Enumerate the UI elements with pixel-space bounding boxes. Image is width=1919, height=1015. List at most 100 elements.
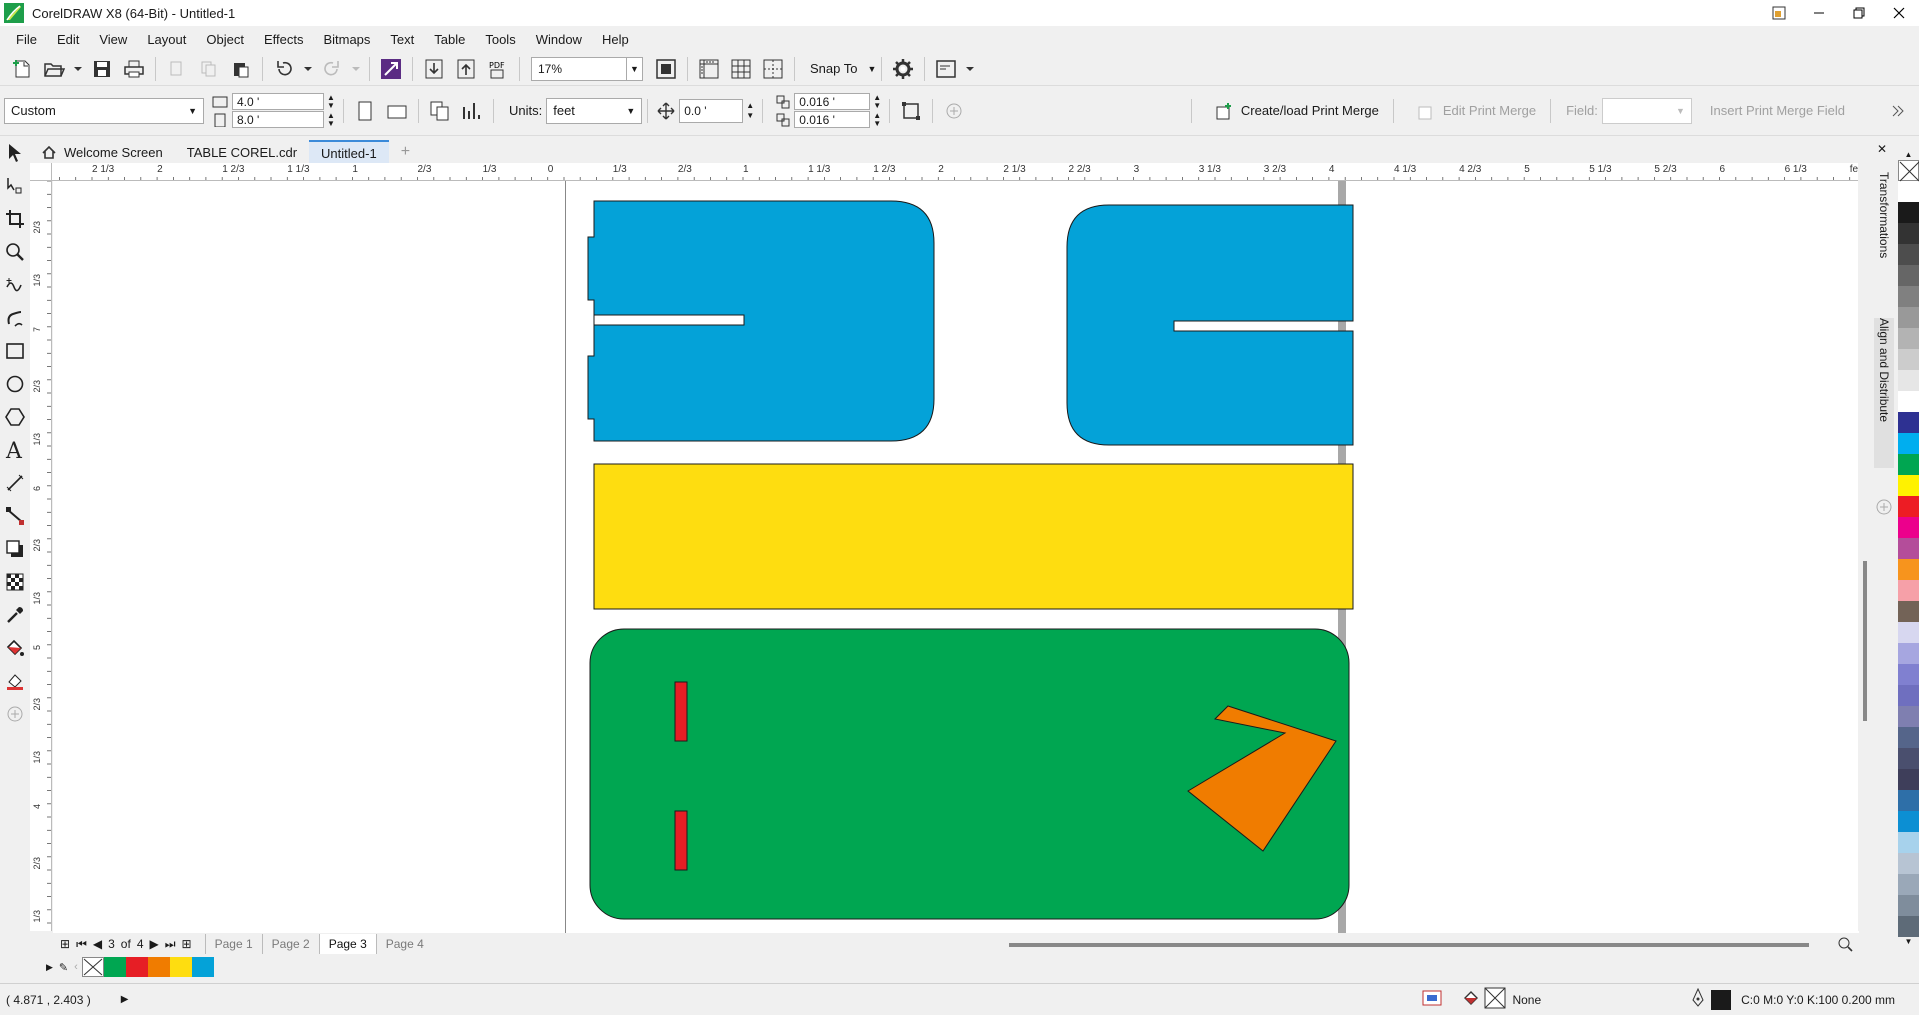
palette-swatch[interactable] — [1898, 643, 1919, 664]
menu-tools[interactable]: Tools — [475, 32, 525, 47]
palette-swatch[interactable] — [1898, 223, 1919, 244]
palette-swatch[interactable] — [1898, 559, 1919, 580]
crop-tool-icon[interactable] — [0, 202, 30, 235]
page-tab-2[interactable]: Page 2 — [261, 934, 319, 954]
palette-swatch[interactable] — [1898, 832, 1919, 853]
vertical-scroll-thumb[interactable] — [1863, 561, 1867, 721]
palette-swatch[interactable] — [1898, 601, 1919, 622]
all-pages-icon[interactable] — [427, 98, 453, 124]
doc-palette-swatch[interactable] — [147, 957, 170, 977]
connector-tool-icon[interactable] — [0, 499, 30, 532]
redo-dropdown-icon[interactable] — [351, 56, 361, 82]
doc-palette-left-icon[interactable]: ‹ — [74, 961, 78, 973]
palette-swatch[interactable] — [1898, 202, 1919, 223]
red-slot-bottom[interactable] — [674, 810, 688, 871]
full-screen-icon[interactable] — [653, 56, 679, 82]
zoom-level-input[interactable]: 17% — [531, 56, 627, 81]
interactive-fill-tool-icon[interactable] — [0, 631, 30, 664]
new-tab-plus-icon[interactable]: + — [388, 140, 423, 164]
palette-swatch[interactable] — [1898, 895, 1919, 916]
nudge-distance-input[interactable]: 0.0 ' — [679, 98, 744, 123]
menu-text[interactable]: Text — [380, 32, 424, 47]
import-icon[interactable] — [421, 56, 447, 82]
save-icon[interactable] — [89, 56, 115, 82]
next-page-icon[interactable]: ▶ — [150, 937, 159, 951]
copy-icon[interactable] — [196, 56, 222, 82]
parallel-dimension-tool-icon[interactable] — [0, 466, 30, 499]
polygon-tool-icon[interactable] — [0, 400, 30, 433]
menu-object[interactable]: Object — [196, 32, 254, 47]
eyedropper-tool-icon[interactable] — [0, 598, 30, 631]
doc-palette-eyedropper-icon[interactable]: ✎ — [59, 961, 68, 974]
shape-tool-icon[interactable] — [0, 169, 30, 202]
insert-field-button[interactable]: Insert Print Merge Field — [1710, 103, 1845, 118]
create-print-merge-button[interactable]: Create/load Print Merge — [1215, 102, 1379, 120]
units-select[interactable]: feet ▼ — [546, 97, 643, 124]
palette-swatch[interactable] — [1898, 370, 1919, 391]
palette-swatch[interactable] — [1898, 622, 1919, 643]
publish-pdf-icon[interactable]: PDF — [485, 56, 511, 82]
menu-view[interactable]: View — [89, 32, 137, 47]
duplicate-y-input[interactable]: 0.016 ' — [794, 111, 871, 128]
rectangle-tool-icon[interactable] — [0, 334, 30, 367]
pick-tool-icon[interactable] — [0, 136, 30, 169]
palette-swatch[interactable] — [1898, 706, 1919, 727]
landscape-icon[interactable] — [384, 98, 410, 124]
palette-scroll-up-icon[interactable]: ▲ — [1898, 150, 1919, 160]
fill-none-swatch[interactable] — [1484, 987, 1506, 1012]
menu-file[interactable]: File — [6, 32, 47, 47]
nudge-spinner[interactable]: ▲ ▼ — [743, 101, 757, 121]
doc-palette-swatch[interactable] — [103, 957, 126, 977]
palette-swatch[interactable] — [1898, 580, 1919, 601]
vertical-ruler[interactable]: 2/3 1/3 7 2/3 1/3 6 2/3 1/3 5 2/3 1/3 4 2/3 1/3 — [30, 181, 52, 931]
last-page-icon[interactable]: ⏭ — [165, 937, 176, 952]
ruler-origin[interactable] — [30, 163, 52, 181]
palette-swatch[interactable] — [1898, 517, 1919, 538]
treat-as-filled-icon[interactable] — [898, 98, 924, 124]
menu-table[interactable]: Table — [424, 32, 475, 47]
palette-swatch[interactable] — [1898, 685, 1919, 706]
palette-swatch[interactable] — [1898, 874, 1919, 895]
duplicate-x-spinner[interactable]: ▲ ▼ — [870, 93, 884, 110]
page-tab-3[interactable]: Page 3 — [318, 934, 376, 954]
palette-swatch[interactable] — [1898, 349, 1919, 370]
freehand-tool-icon[interactable] — [0, 268, 30, 301]
restore-icon[interactable] — [1839, 0, 1879, 26]
undo-icon[interactable] — [271, 56, 297, 82]
minimize-icon[interactable] — [1799, 0, 1839, 26]
palette-swatch[interactable] — [1898, 307, 1919, 328]
page-size-select[interactable]: Custom ▼ — [4, 97, 204, 124]
field-select[interactable]: ▼ — [1601, 97, 1692, 124]
new-document-icon[interactable] — [9, 56, 35, 82]
drop-shadow-tool-icon[interactable] — [0, 532, 30, 565]
ellipse-tool-icon[interactable] — [0, 367, 30, 400]
add-toolbar-item-icon[interactable] — [941, 98, 967, 124]
previous-page-icon[interactable]: ◀ — [93, 937, 102, 951]
snap-to-dropdown[interactable]: Snap To ▼ — [810, 61, 876, 76]
doc-palette-swatch[interactable] — [125, 957, 148, 977]
tab-welcome-screen[interactable]: Welcome Screen — [30, 140, 175, 164]
transparency-tool-icon[interactable] — [0, 565, 30, 598]
color-proofing-icon[interactable] — [1422, 989, 1442, 1010]
open-dropdown-icon[interactable] — [73, 56, 83, 82]
add-page-before-icon[interactable]: ⊞ — [60, 937, 70, 951]
palette-swatch[interactable] — [1898, 811, 1919, 832]
zoom-navigator-icon[interactable] — [1837, 936, 1853, 955]
application-launcher-icon[interactable] — [933, 56, 959, 82]
undo-dropdown-icon[interactable] — [303, 56, 313, 82]
outline-color-swatch[interactable] — [1711, 989, 1732, 1010]
palette-swatch[interactable] — [1898, 328, 1919, 349]
menu-edit[interactable]: Edit — [47, 32, 89, 47]
doc-palette-menu-icon[interactable]: ▶ — [46, 962, 53, 973]
window-menu-icon[interactable] — [1759, 0, 1799, 26]
zoom-tool-icon[interactable] — [0, 235, 30, 268]
palette-swatch[interactable] — [1898, 181, 1919, 202]
palette-swatch[interactable] — [1898, 265, 1919, 286]
menu-help[interactable]: Help — [592, 32, 639, 47]
drawing-canvas[interactable] — [53, 181, 1859, 933]
more-options-icon[interactable] — [1885, 98, 1911, 124]
docker-align-distribute[interactable]: Align and Distribute — [1874, 318, 1894, 468]
tab-table-corel[interactable]: TABLE COREL.cdr — [174, 140, 310, 164]
portrait-icon[interactable] — [352, 98, 378, 124]
palette-swatch[interactable] — [1898, 475, 1919, 496]
